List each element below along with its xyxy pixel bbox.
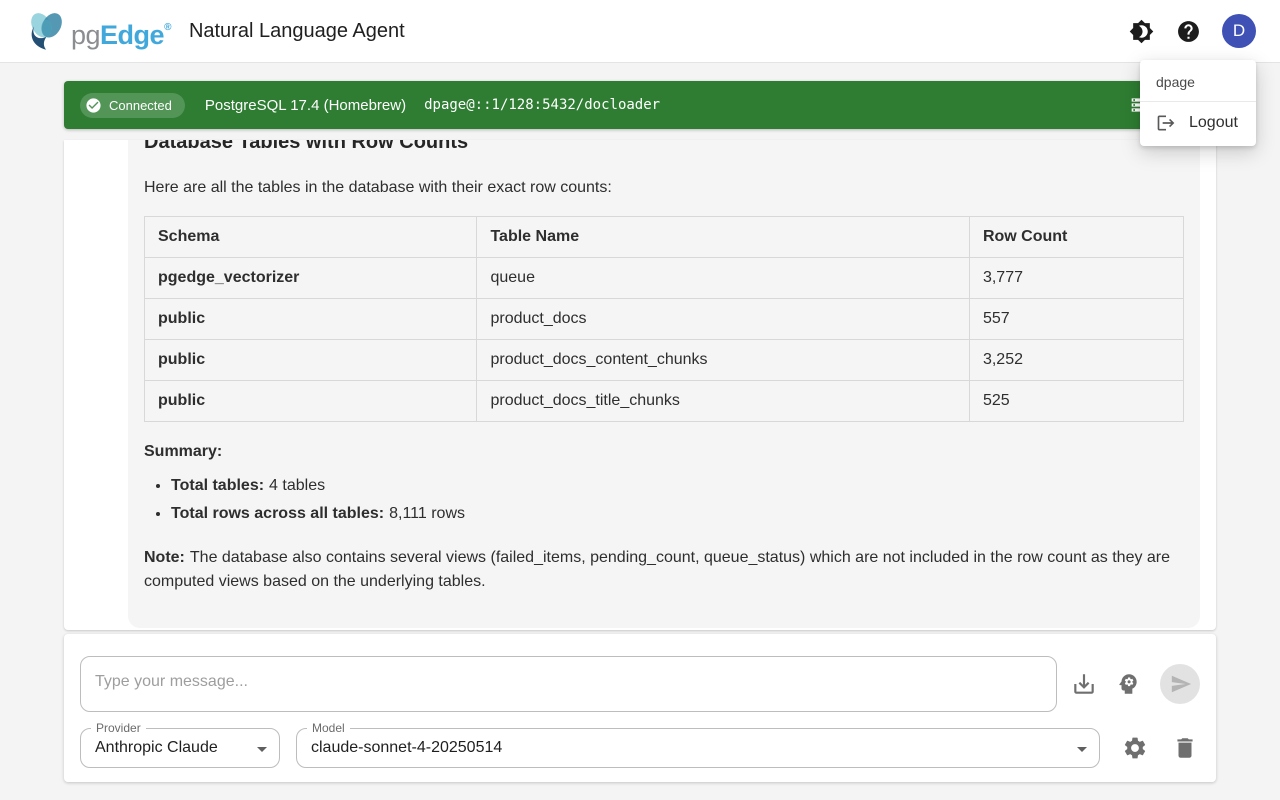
- logout-label: Logout: [1189, 114, 1238, 132]
- message-note: Note:The database also contains several …: [144, 546, 1184, 594]
- table-cell-table_name: product_docs_content_chunks: [477, 340, 969, 381]
- provider-value: Anthropic Claude: [95, 739, 218, 757]
- model-value: claude-sonnet-4-20250514: [311, 739, 502, 757]
- chevron-down-icon: [250, 737, 274, 761]
- table-row: publicproduct_docs557: [145, 299, 1184, 340]
- user-menu: dpage Logout: [1140, 60, 1256, 146]
- server-version-label: PostgreSQL 17.4 (Homebrew): [205, 97, 406, 114]
- logout-menu-item[interactable]: Logout: [1140, 102, 1256, 146]
- message-intro: Here are all the tables in the database …: [144, 176, 1184, 200]
- pgedge-logo-icon: [24, 9, 70, 51]
- table-cell-row_count: 3,252: [969, 340, 1183, 381]
- table-cell-table_name: product_docs_title_chunks: [477, 381, 969, 422]
- table-body: pgedge_vectorizerqueue3,777publicproduct…: [145, 258, 1184, 422]
- provider-label: Provider: [91, 721, 146, 736]
- avatar[interactable]: D: [1222, 14, 1256, 48]
- clear-chat-trash-icon[interactable]: [1172, 735, 1198, 761]
- compose-row: [80, 656, 1200, 712]
- app-header: pgEdge® Natural Language Agent D: [0, 0, 1280, 63]
- table-cell-row_count: 3,777: [969, 258, 1183, 299]
- table-row: publicproduct_docs_content_chunks3,252: [145, 340, 1184, 381]
- model-label: Model: [307, 721, 350, 736]
- send-icon: [1170, 673, 1192, 695]
- connected-badge-label: Connected: [109, 98, 172, 113]
- summary-item-total-tables: Total tables:4 tables: [171, 472, 1184, 500]
- table-header-row: Schema Table Name Row Count: [145, 217, 1184, 258]
- column-header-schema: Schema: [145, 217, 477, 258]
- table-cell-schema: pgedge_vectorizer: [145, 258, 477, 299]
- row-counts-table: Schema Table Name Row Count pgedge_vecto…: [144, 216, 1184, 422]
- chevron-down-icon: [1070, 737, 1094, 761]
- pgedge-logo: pgEdge®: [24, 7, 171, 56]
- settings-gear-icon[interactable]: [1122, 735, 1148, 761]
- connected-badge: Connected: [80, 93, 185, 118]
- message-input[interactable]: [80, 656, 1057, 712]
- table-cell-row_count: 525: [969, 381, 1183, 422]
- connection-bar: Connected PostgreSQL 17.4 (Homebrew) dpa…: [64, 81, 1216, 129]
- table-cell-schema: public: [145, 340, 477, 381]
- page-title: Natural Language Agent: [189, 20, 405, 43]
- logout-icon: [1156, 113, 1176, 133]
- help-icon[interactable]: [1175, 18, 1201, 44]
- model-select[interactable]: Model claude-sonnet-4-20250514: [296, 728, 1100, 768]
- table-row: publicproduct_docs_title_chunks525: [145, 381, 1184, 422]
- table-cell-schema: public: [145, 381, 477, 422]
- table-cell-row_count: 557: [969, 299, 1183, 340]
- summary-heading: Summary:: [144, 440, 1184, 464]
- summary-list: Total tables:4 tables Total rows across …: [144, 472, 1184, 528]
- psychology-icon[interactable]: [1115, 671, 1141, 697]
- table-row: pgedge_vectorizerqueue3,777: [145, 258, 1184, 299]
- config-row: Provider Anthropic Claude Model claude-s…: [80, 728, 1200, 768]
- table-cell-schema: public: [145, 299, 477, 340]
- composer-panel: Provider Anthropic Claude Model claude-s…: [64, 634, 1216, 782]
- message-heading: Database Tables with Row Counts: [144, 140, 1184, 156]
- chat-history-panel[interactable]: Database Tables with Row Counts Here are…: [64, 140, 1216, 630]
- provider-select[interactable]: Provider Anthropic Claude: [80, 728, 280, 768]
- connection-string: dpage@::1/128:5432/docloader: [424, 97, 660, 113]
- assistant-message-card: Database Tables with Row Counts Here are…: [128, 140, 1200, 628]
- download-icon[interactable]: [1071, 671, 1097, 697]
- column-header-table-name: Table Name: [477, 217, 969, 258]
- table-cell-table_name: product_docs: [477, 299, 969, 340]
- check-circle-icon: [85, 97, 102, 114]
- user-menu-username: dpage: [1140, 66, 1256, 101]
- theme-toggle-icon[interactable]: [1128, 18, 1154, 44]
- pgedge-logo-text: pgEdge®: [71, 7, 171, 56]
- summary-item-total-rows: Total rows across all tables:8,111 rows: [171, 500, 1184, 528]
- send-button[interactable]: [1160, 664, 1200, 704]
- table-cell-table_name: queue: [477, 258, 969, 299]
- column-header-row-count: Row Count: [969, 217, 1183, 258]
- header-actions: D: [1128, 14, 1256, 48]
